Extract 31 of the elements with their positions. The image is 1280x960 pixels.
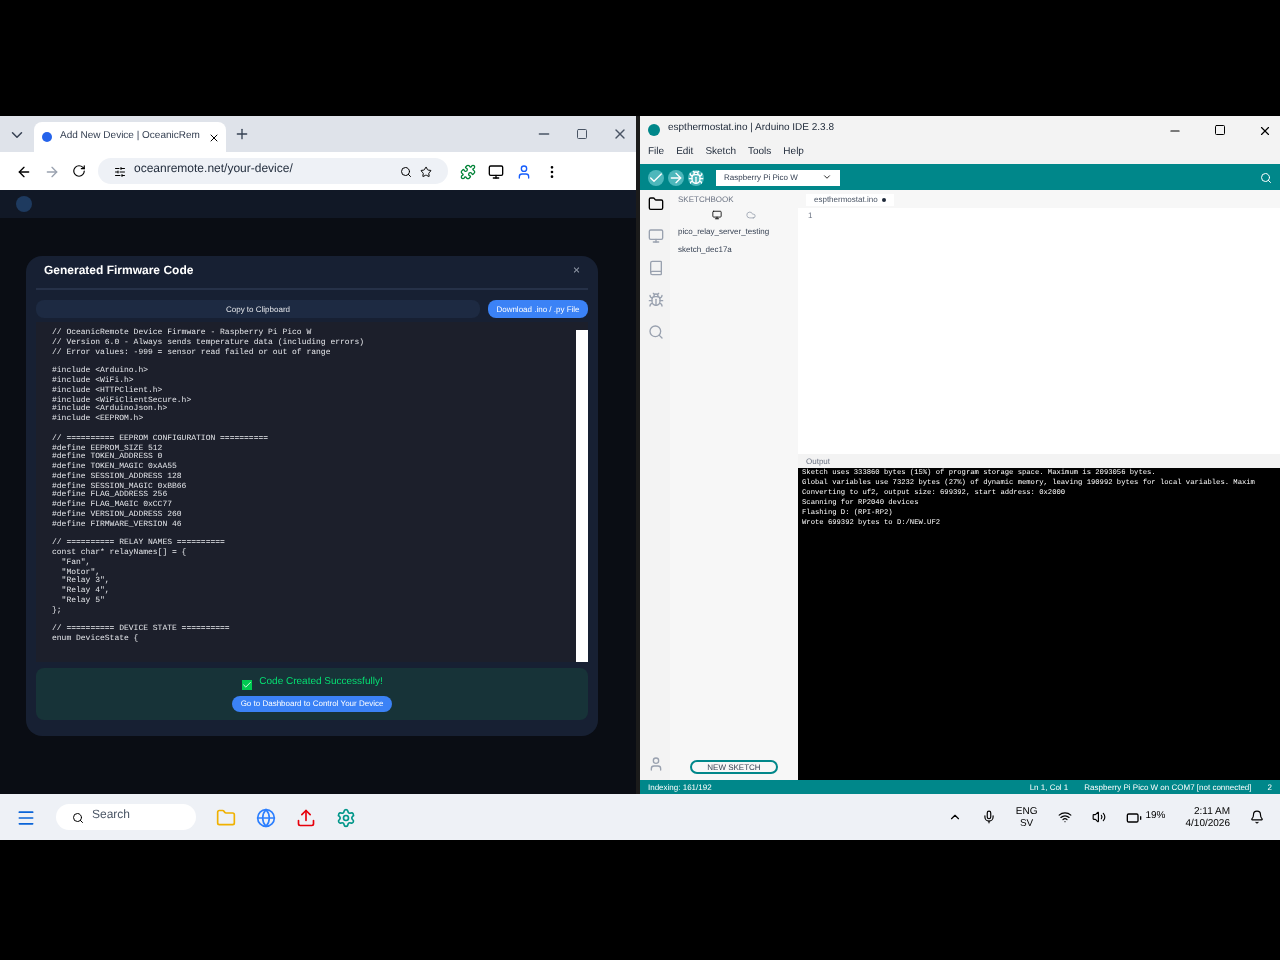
forward-icon[interactable] (44, 163, 60, 179)
gear-icon[interactable] (336, 807, 356, 827)
extension-icon[interactable] (460, 163, 476, 179)
check-icon (241, 679, 252, 689)
profile-icon[interactable] (516, 163, 532, 179)
back-icon[interactable] (16, 163, 32, 179)
notification-icon[interactable] (1250, 810, 1264, 824)
battery-icon[interactable] (1125, 809, 1142, 825)
microphone-icon[interactable] (981, 810, 996, 824)
zoom-icon (400, 165, 412, 177)
close-icon[interactable] (207, 131, 220, 143)
caret-icon (822, 172, 832, 182)
search-icon (72, 811, 84, 823)
close-icon[interactable] (1258, 123, 1272, 137)
globe-icon[interactable] (256, 807, 276, 827)
start-icon[interactable] (16, 807, 36, 827)
logo-icon (16, 196, 32, 212)
star-icon[interactable] (420, 165, 432, 177)
maximize-icon[interactable] (1214, 124, 1226, 136)
speaker-icon[interactable] (1091, 810, 1106, 824)
wifi-icon[interactable] (1057, 810, 1072, 824)
reload-icon[interactable] (72, 164, 86, 178)
site-info-icon (114, 165, 126, 177)
upload-icon[interactable] (668, 169, 684, 185)
debug-icon[interactable] (688, 169, 704, 185)
folder-icon[interactable] (647, 196, 663, 212)
chevron-icon[interactable] (947, 810, 962, 824)
new-tab-icon[interactable] (234, 126, 250, 142)
verify-icon[interactable] (648, 169, 664, 185)
scrollbar[interactable] (576, 330, 588, 662)
favicon-icon (42, 132, 52, 142)
